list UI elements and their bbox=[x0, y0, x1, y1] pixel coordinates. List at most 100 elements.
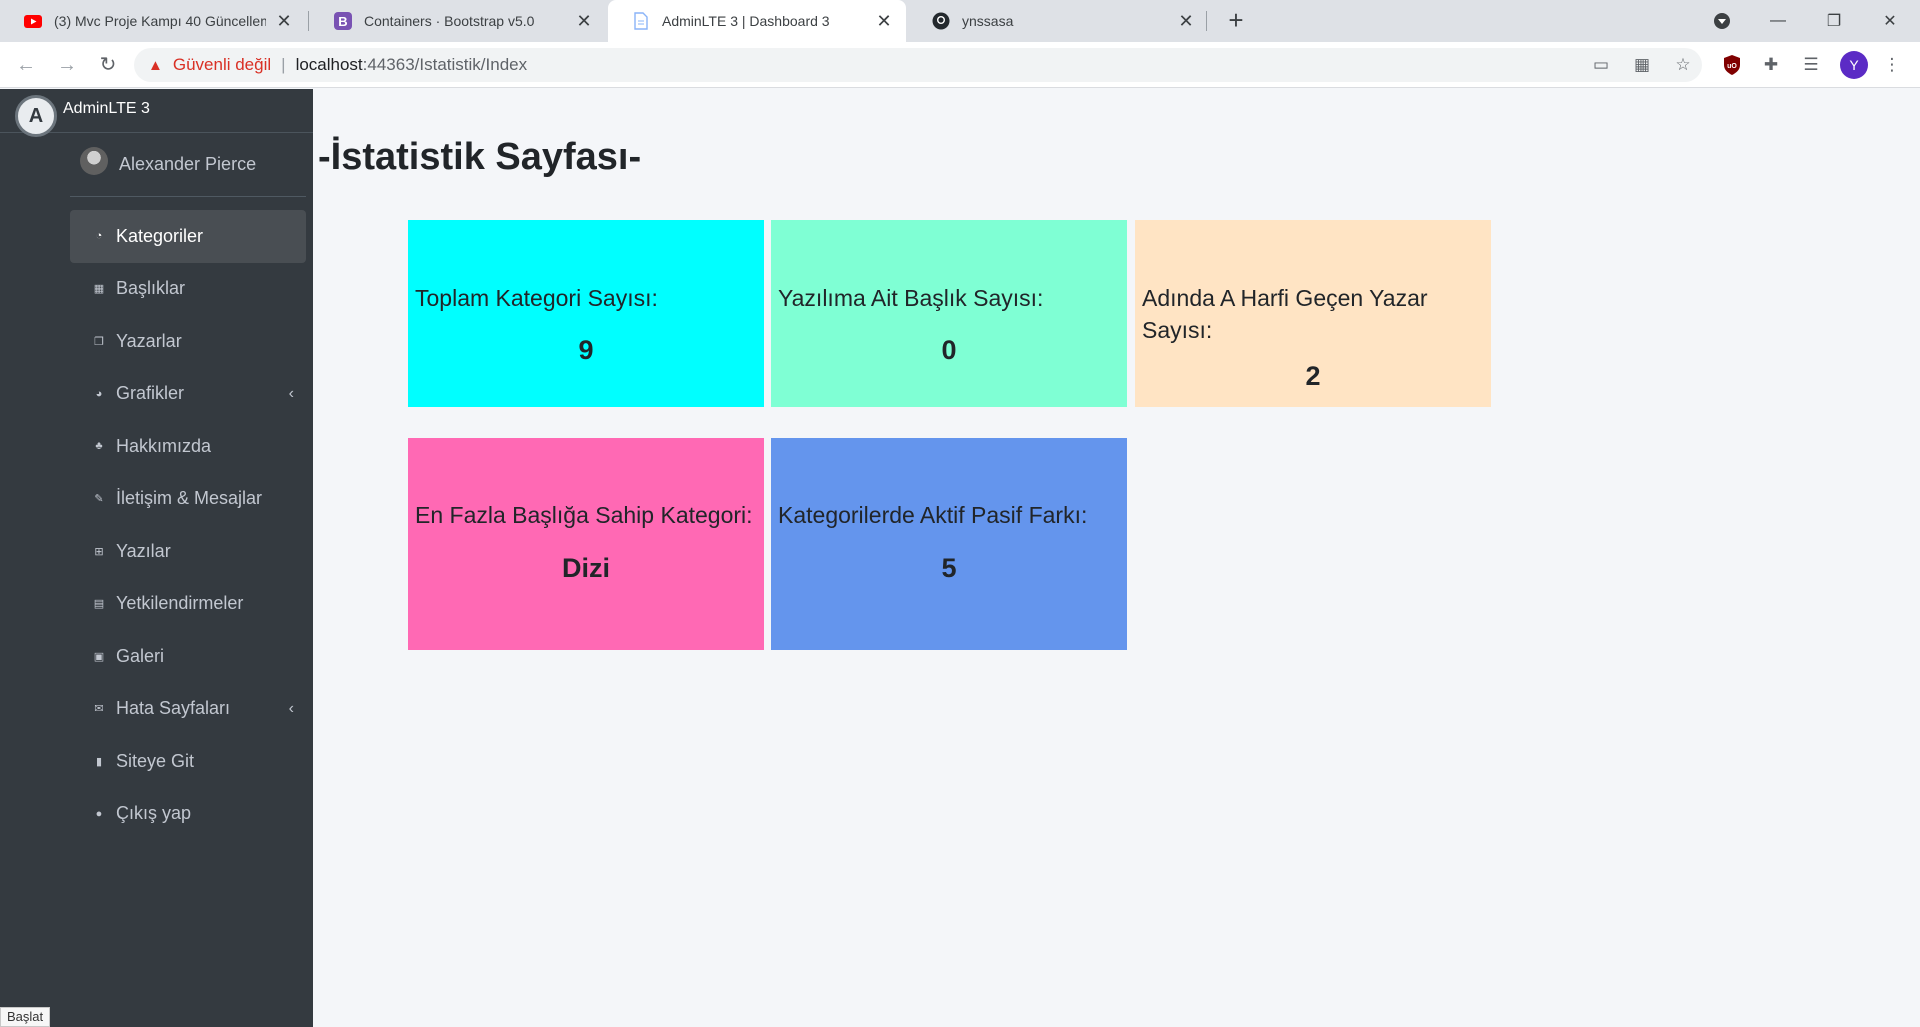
address-bar[interactable]: ▲ Güvenli değil | localhost :44363/Istat… bbox=[134, 48, 1702, 82]
github-icon bbox=[932, 12, 950, 30]
stat-value: Dizi bbox=[561, 553, 610, 583]
sidebar-item-hata-sayfalari[interactable]: ✉ Hata Sayfaları ‹ bbox=[70, 683, 306, 736]
new-tab-icon[interactable]: + bbox=[1222, 6, 1250, 34]
bookmark-star-icon[interactable]: ☆ bbox=[1671, 53, 1695, 77]
browser-tab-bootstrap[interactable]: B Containers · Bootstrap v5.0 ✕ bbox=[310, 0, 606, 42]
avatar bbox=[80, 147, 108, 175]
sidebar-item-label: Çıkış yap bbox=[116, 803, 192, 824]
image-icon: ▣ bbox=[93, 650, 105, 663]
stat-value: 2 bbox=[1305, 361, 1321, 391]
tab-title: ynssasa bbox=[962, 13, 1014, 29]
sidebar-item-hakkimizda[interactable]: ♣ Hakkımızda bbox=[70, 420, 306, 473]
stat-box-authors-with-a: Adında A Harfi Geçen Yazar Sayısı: 2 bbox=[1135, 220, 1491, 407]
sidebar-item-label: Yetkilendirmeler bbox=[116, 593, 244, 614]
sidebar-item-kategoriler[interactable]: ◔ Kategoriler bbox=[70, 210, 306, 263]
profile-avatar[interactable]: Y bbox=[1840, 51, 1868, 79]
book-icon: ▮ bbox=[95, 755, 103, 768]
cast-icon[interactable]: ▭ bbox=[1589, 53, 1613, 77]
sidebar-item-label: Hata Sayfaları bbox=[116, 698, 231, 719]
chevron-left-icon: ‹ bbox=[288, 384, 294, 402]
status-text: Başlat bbox=[0, 1007, 51, 1027]
minimize-icon[interactable]: — bbox=[1750, 0, 1806, 42]
sidebar-item-siteye-git[interactable]: ▮ Siteye Git bbox=[70, 735, 306, 788]
sidebar: A AdminLTE 3 Alexander Pierce ◔ Kategori… bbox=[0, 89, 313, 1027]
chevron-left-icon: ‹ bbox=[288, 699, 294, 717]
menu-icon[interactable]: ⋮ bbox=[1880, 53, 1904, 77]
close-window-icon[interactable]: ✕ bbox=[1862, 0, 1918, 42]
apple-icon: ● bbox=[95, 807, 103, 820]
browser-tab-github[interactable]: ynssasa ✕ bbox=[908, 0, 1208, 42]
stat-value: 0 bbox=[941, 335, 957, 365]
sidebar-item-basliklar[interactable]: ▦ Başlıklar bbox=[70, 263, 306, 316]
security-warning[interactable]: Güvenli değil bbox=[173, 55, 271, 75]
close-tab-icon[interactable]: ✕ bbox=[274, 11, 294, 32]
sidebar-item-yazilar[interactable]: ⊞ Yazılar bbox=[70, 525, 306, 578]
qr-code-icon[interactable]: ▦ bbox=[1630, 53, 1654, 77]
stat-box-software-headings: Yazılıma Ait Başlık Sayısı: 0 bbox=[771, 220, 1127, 407]
user-panel[interactable]: Alexander Pierce bbox=[70, 133, 306, 197]
sidebar-item-label: Yazarlar bbox=[116, 330, 182, 351]
stat-label: En Fazla Başlığa Sahip Kategori: bbox=[415, 502, 753, 528]
browser-tab-adminlte[interactable]: AdminLTE 3 | Dashboard 3 ✕ bbox=[608, 0, 906, 42]
svg-text:B: B bbox=[338, 14, 347, 29]
browser-tab-strip: (3) Mvc Proje Kampı 40 Güncelleme ✕ B Co… bbox=[0, 0, 1920, 42]
brand-logo-icon: A bbox=[15, 95, 57, 137]
extensions-icon[interactable]: ✚ bbox=[1759, 53, 1783, 77]
sidebar-item-label: Yazılar bbox=[116, 540, 171, 561]
restore-icon[interactable]: ❐ bbox=[1806, 0, 1862, 42]
sidebar-item-label: Grafikler bbox=[116, 383, 185, 404]
forward-icon[interactable]: → bbox=[53, 51, 81, 79]
dashboard-icon: ◔ bbox=[95, 230, 103, 243]
sidebar-item-label: İletişim & Mesajlar bbox=[116, 488, 263, 509]
tab-search-icon[interactable] bbox=[1694, 0, 1750, 42]
brand-text: AdminLTE 3 bbox=[63, 100, 150, 117]
document-icon bbox=[632, 12, 650, 30]
sidebar-item-label: Kategoriler bbox=[116, 225, 204, 246]
stat-label: Kategorilerde Aktif Pasif Farkı: bbox=[778, 502, 1088, 528]
sidebar-item-label: Hakkımızda bbox=[116, 435, 212, 456]
close-tab-icon[interactable]: ✕ bbox=[1176, 11, 1196, 32]
address-separator: | bbox=[281, 55, 286, 74]
sidebar-item-label: Başlıklar bbox=[116, 278, 186, 299]
tab-title: Containers · Bootstrap v5.0 bbox=[364, 13, 535, 29]
svg-text:uO: uO bbox=[1727, 63, 1737, 70]
close-tab-icon[interactable]: ✕ bbox=[874, 11, 894, 32]
page-title: -İstatistik Sayfası- bbox=[318, 136, 642, 178]
stat-label: Yazılıma Ait Başlık Sayısı: bbox=[778, 285, 1044, 311]
close-tab-icon[interactable]: ✕ bbox=[574, 11, 594, 32]
sidebar-item-yazarlar[interactable]: ❐ Yazarlar bbox=[70, 315, 306, 368]
sidebar-item-iletisim[interactable]: ✎ İletişim & Mesajlar bbox=[70, 473, 306, 526]
stat-box-top-category: En Fazla Başlığa Sahip Kategori: Dizi bbox=[408, 438, 764, 650]
youtube-icon bbox=[24, 12, 42, 30]
stat-box-active-passive-diff: Kategorilerde Aktif Pasif Farkı: 5 bbox=[771, 438, 1127, 650]
sidebar-item-label: Siteye Git bbox=[116, 750, 195, 771]
reload-icon[interactable]: ↻ bbox=[94, 51, 122, 79]
tab-separator bbox=[1206, 11, 1207, 31]
sidebar-item-galeri[interactable]: ▣ Galeri bbox=[70, 630, 306, 683]
sidebar-item-yetkilendirmeler[interactable]: ▤ Yetkilendirmeler bbox=[70, 578, 306, 631]
stat-value: 5 bbox=[941, 553, 957, 583]
user-name[interactable]: Alexander Pierce bbox=[119, 154, 256, 175]
browser-tab-youtube[interactable]: (3) Mvc Proje Kampı 40 Güncelleme ✕ bbox=[0, 0, 306, 42]
stat-box-total-categories: Toplam Kategori Sayısı: 9 bbox=[408, 220, 764, 407]
bootstrap-icon: B bbox=[334, 12, 352, 30]
warning-icon: ▲ bbox=[148, 56, 163, 74]
table-icon: ⊞ bbox=[94, 545, 104, 558]
back-icon[interactable]: ← bbox=[12, 51, 40, 79]
grid-icon: ▦ bbox=[93, 283, 105, 296]
sidebar-nav: ◔ Kategoriler ▦ Başlıklar ❐ Yazarlar ◕ G… bbox=[70, 210, 306, 840]
url-host: localhost bbox=[295, 55, 363, 74]
pie-chart-icon: ◕ bbox=[95, 387, 103, 400]
edit-icon: ✎ bbox=[94, 493, 104, 506]
tab-title: (3) Mvc Proje Kampı 40 Güncelleme bbox=[54, 13, 266, 29]
sidebar-item-grafikler[interactable]: ◕ Grafikler ‹ bbox=[70, 368, 306, 421]
ublock-icon[interactable]: uO bbox=[1720, 53, 1744, 77]
copy-icon: ❐ bbox=[94, 335, 104, 348]
stat-value: 9 bbox=[578, 335, 594, 365]
reading-list-icon[interactable]: ☰ bbox=[1799, 53, 1823, 77]
tab-title: AdminLTE 3 | Dashboard 3 bbox=[662, 13, 830, 29]
url-path: :44363/Istatistik/Index bbox=[362, 55, 528, 74]
stat-label: Adında A Harfi Geçen Yazar Sayısı: bbox=[1142, 285, 1428, 343]
sidebar-item-cikis[interactable]: ● Çıkış yap bbox=[70, 788, 306, 841]
brand-link[interactable]: A AdminLTE 3 bbox=[0, 89, 313, 137]
